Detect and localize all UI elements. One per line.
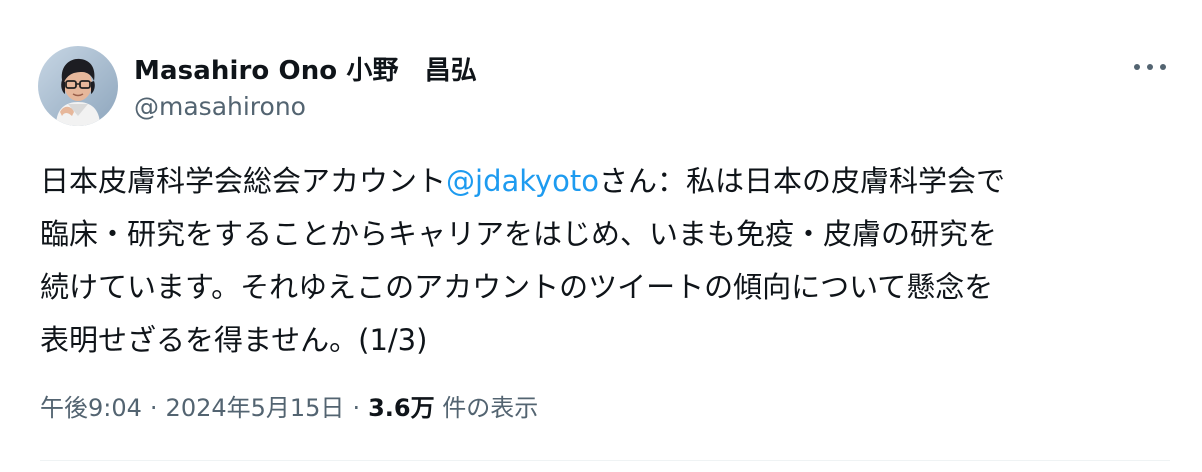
separator-dot: ·	[352, 394, 361, 422]
tweet-line-4: 表明せざるを得ません。(1/3)	[40, 323, 428, 357]
avatar[interactable]	[38, 46, 118, 126]
tweet-meta: 午後9:04 · 2024年5月15日 · 3.6万 件の表示	[40, 388, 538, 423]
separator-dot: ·	[149, 394, 158, 422]
more-button[interactable]	[1128, 52, 1172, 82]
tweet-line-1: 日本皮膚科学会総会アカウント@jdakyotoさん：私は日本の皮膚科学会で	[40, 155, 1165, 208]
tweet-line-3: 続けています。それゆえこのアカウントのツイートの傾向について懸念を	[40, 270, 994, 304]
views-label: 件の表示	[442, 394, 539, 422]
tweet-date[interactable]: 2024年5月15日	[166, 394, 345, 422]
tweet-card: Masahiro Ono 小野 昌弘 @masahirono 日本皮膚科学会総会…	[0, 0, 1202, 472]
person-photo-avatar-icon	[38, 46, 118, 126]
display-name[interactable]: Masahiro Ono 小野 昌弘	[134, 50, 477, 87]
tweet-time[interactable]: 午後9:04	[40, 394, 142, 422]
divider	[40, 460, 1170, 461]
tweet-text-part: 日本皮膚科学会総会アカウント	[40, 164, 447, 198]
user-handle[interactable]: @masahirono	[134, 92, 306, 121]
views-count: 3.6万	[368, 394, 435, 422]
more-horizontal-icon	[1134, 64, 1166, 70]
tweet-text: 日本皮膚科学会総会アカウント@jdakyotoさん：私は日本の皮膚科学会で 臨床…	[40, 155, 1165, 367]
tweet-text-part: さん：私は日本の皮膚科学会で	[599, 164, 1006, 198]
mention-link[interactable]: @jdakyoto	[446, 164, 599, 198]
tweet-line-2: 臨床・研究をすることからキャリアをはじめ、いまも免疫・皮膚の研究を	[40, 217, 998, 251]
